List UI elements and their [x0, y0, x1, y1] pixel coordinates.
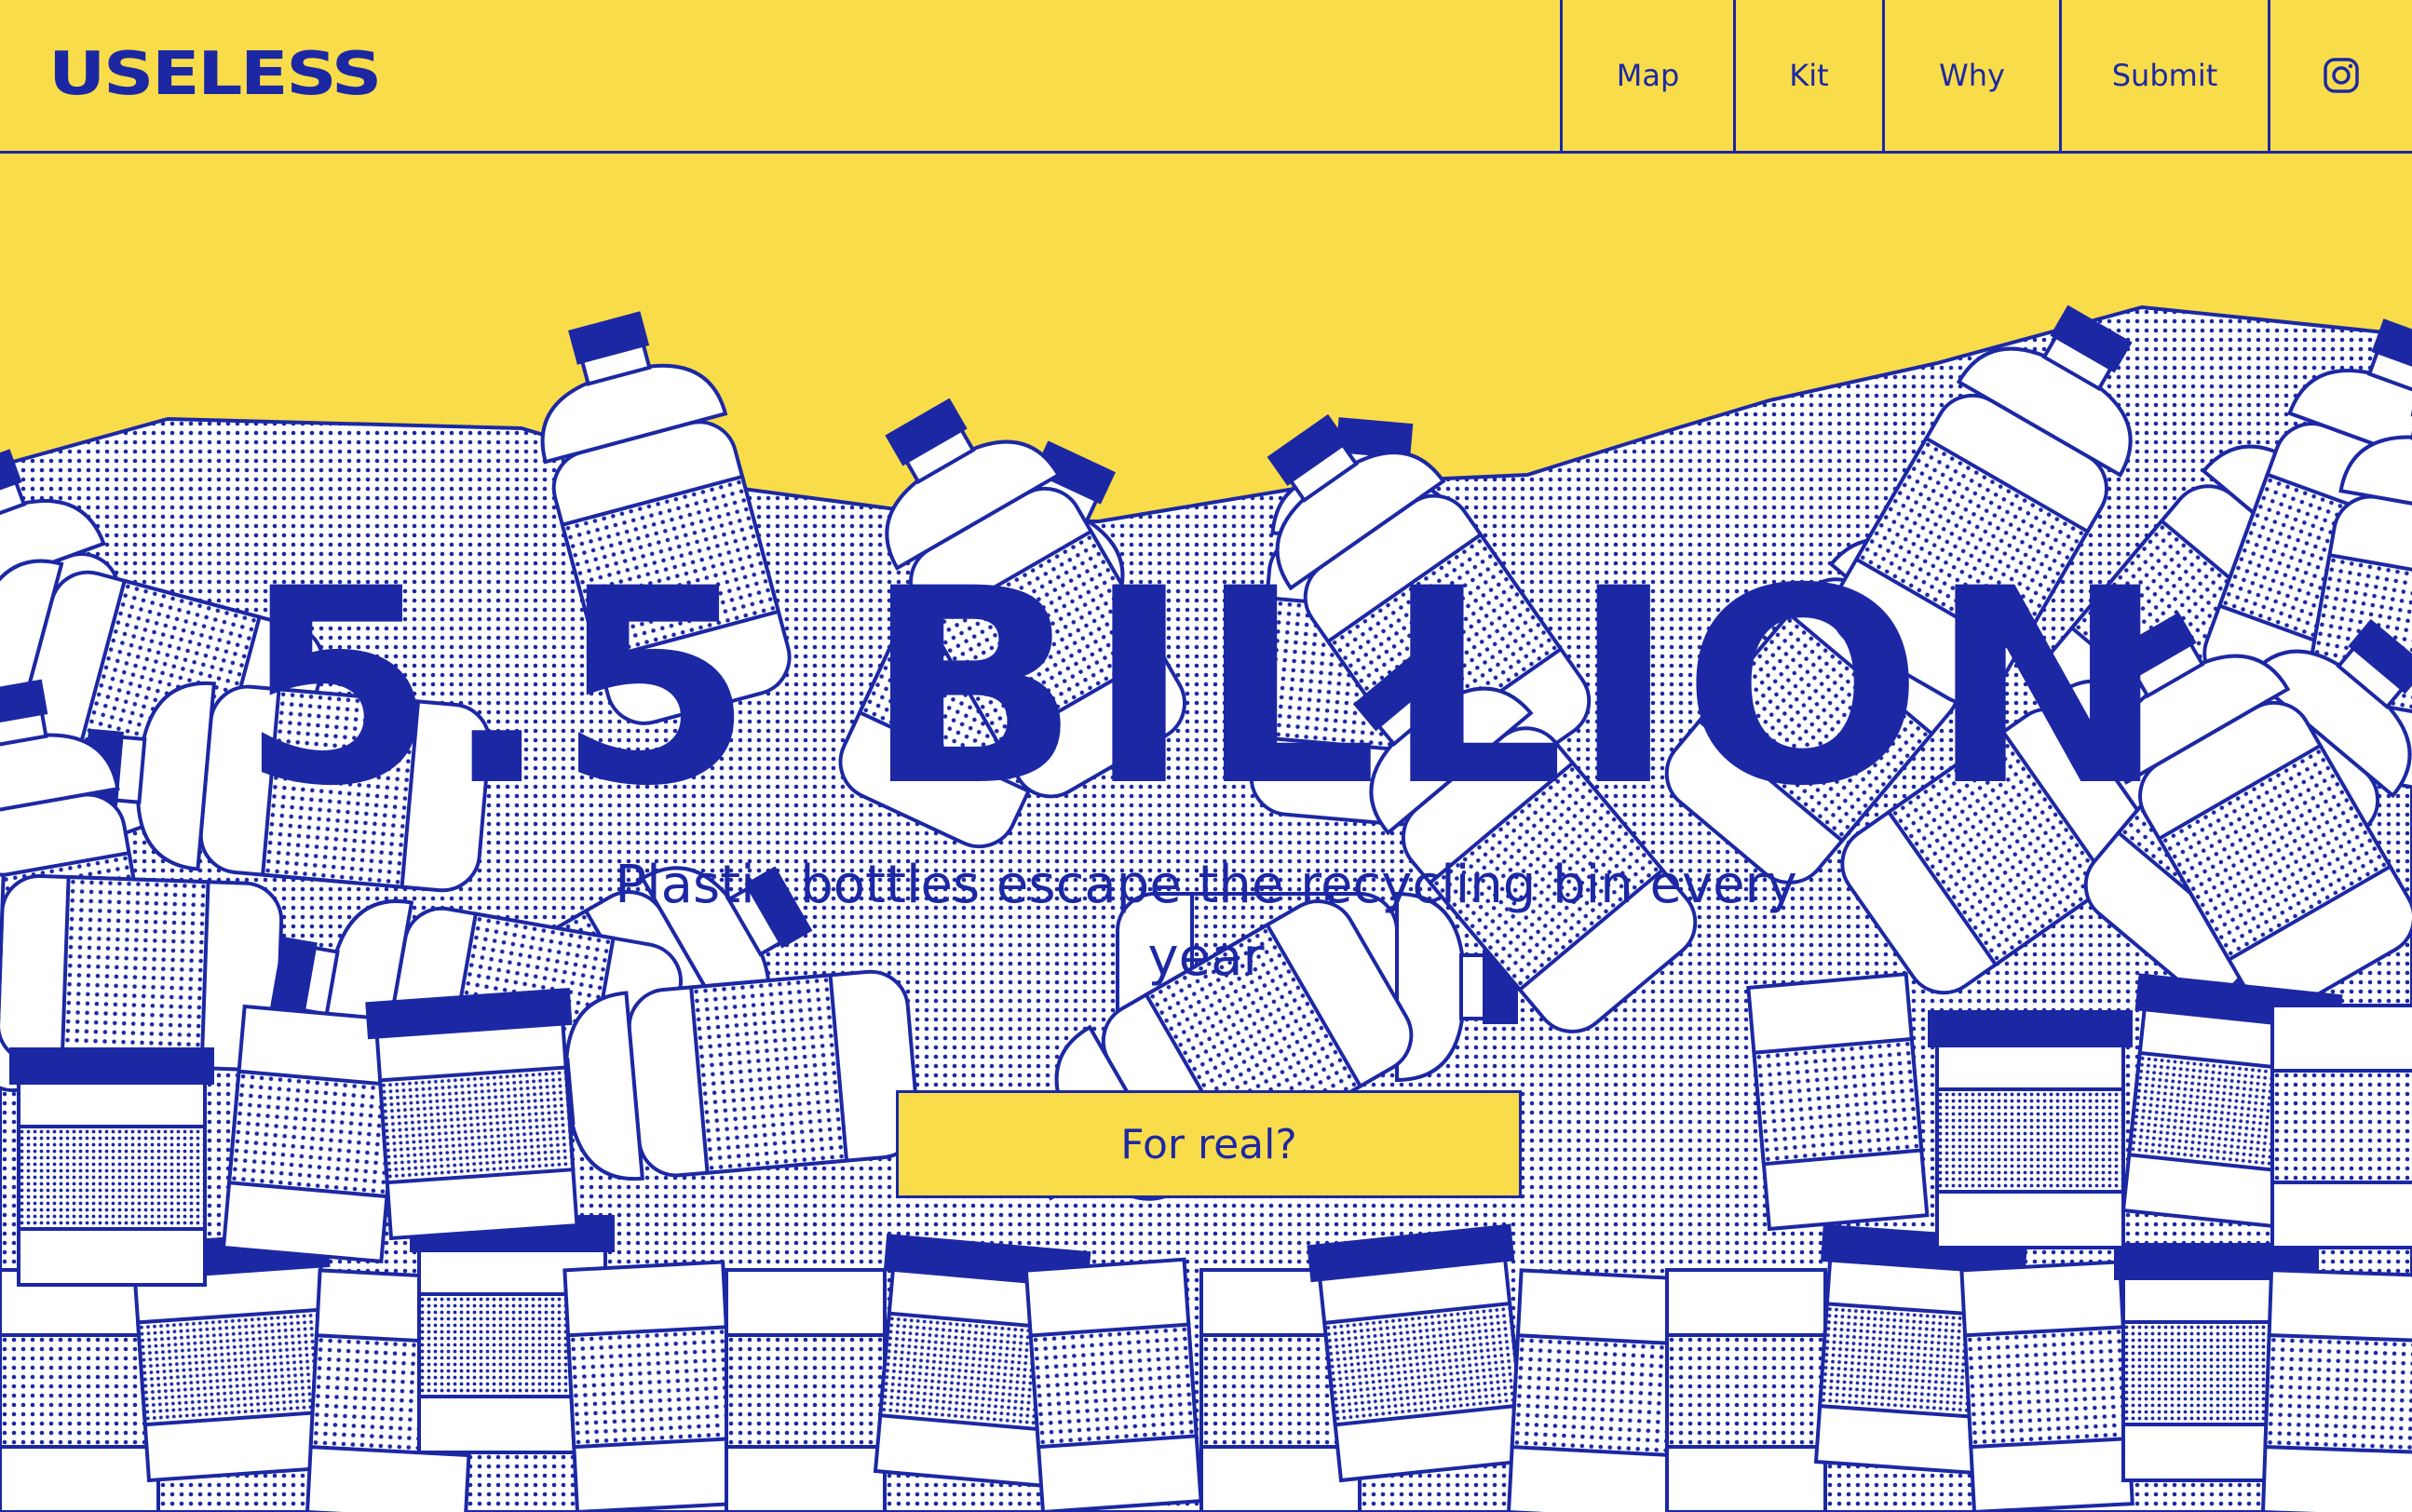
hero-subtitle: Plastic bottles escape the recycling bin…: [615, 855, 1797, 988]
hero-headline: 5.5 BILLION: [239, 532, 2173, 845]
nav-item-submit[interactable]: Submit: [2059, 0, 2268, 151]
main-nav: Map Kit Why Submit: [1560, 0, 2412, 151]
for-real-button[interactable]: For real?: [896, 1090, 1522, 1198]
instagram-icon: [2324, 58, 2359, 93]
site-logo[interactable]: USELESS: [48, 41, 382, 108]
site-header: USELESS Map Kit Why Submit: [0, 0, 2412, 154]
nav-item-why[interactable]: Why: [1882, 0, 2059, 151]
nav-item-instagram[interactable]: [2268, 0, 2412, 151]
nav-item-map[interactable]: Map: [1560, 0, 1733, 151]
nav-item-kit[interactable]: Kit: [1733, 0, 1882, 151]
